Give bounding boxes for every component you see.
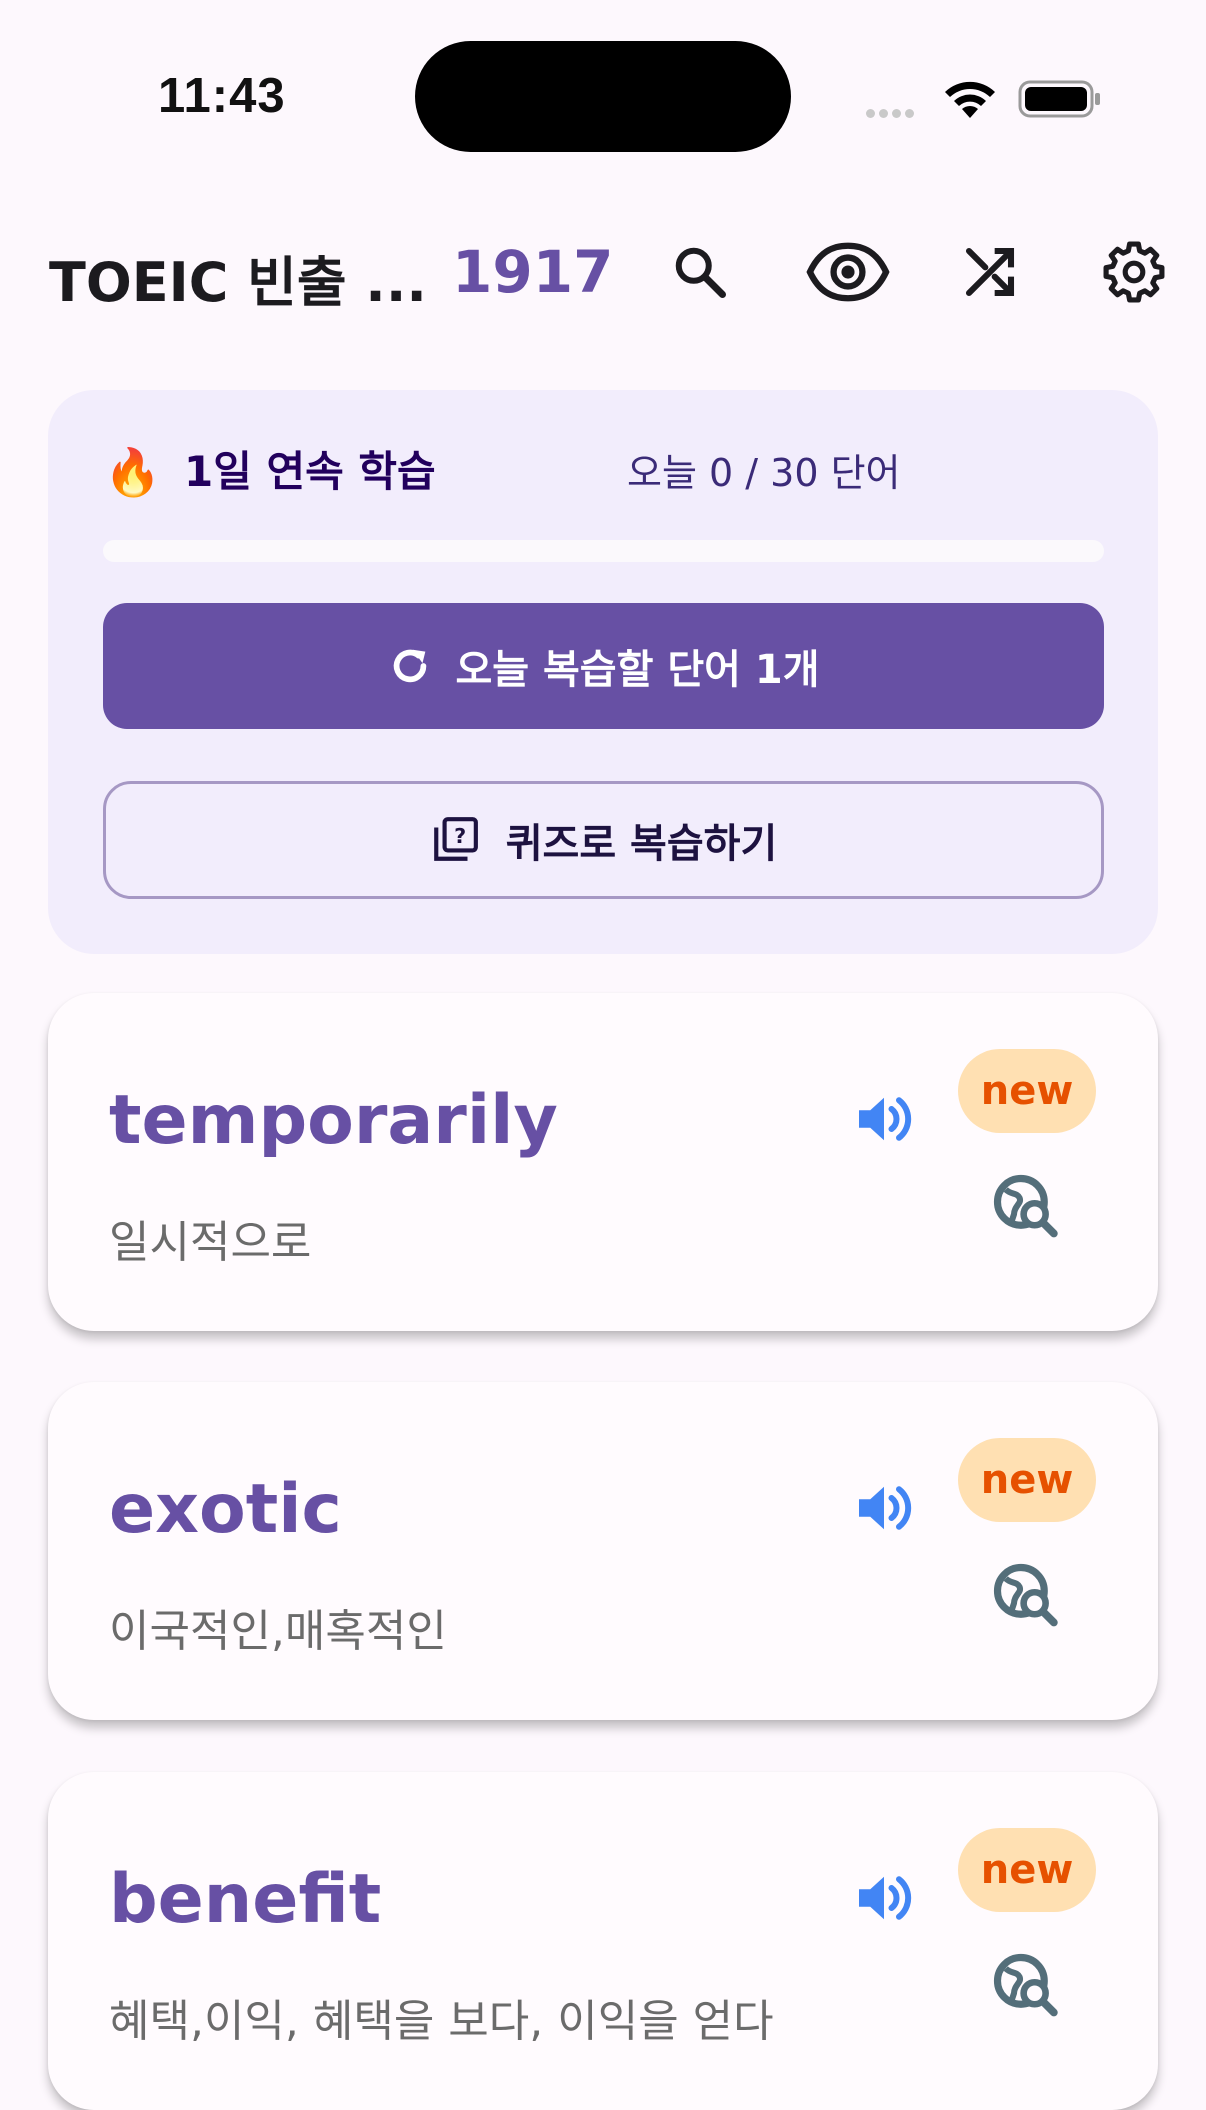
speaker-icon[interactable] xyxy=(854,1478,914,1538)
dynamic-island xyxy=(415,41,791,152)
search-icon xyxy=(675,247,726,298)
speaker-icon[interactable] xyxy=(854,1868,914,1928)
svg-text:?: ? xyxy=(454,824,466,848)
new-badge: new xyxy=(958,1438,1096,1522)
quiz-review-label: 퀴즈로 복습하기 xyxy=(505,821,778,867)
web-lookup-icon[interactable] xyxy=(992,1173,1058,1239)
battery-icon xyxy=(1018,80,1100,118)
quiz-icon: ? xyxy=(433,817,478,861)
new-badge: new xyxy=(958,1049,1096,1133)
word-term: temporarily xyxy=(109,1081,558,1160)
word-count: 1917 xyxy=(452,238,614,306)
daily-progress-bar xyxy=(103,540,1104,562)
word-card[interactable]: exotic 이국적인,매혹적인 new xyxy=(48,1382,1158,1720)
cellular-signal-icon xyxy=(866,103,918,122)
word-meaning: 일시적으로 xyxy=(109,1217,312,1268)
word-meaning: 혜택,이익, 혜택을 보다, 이익을 얻다 xyxy=(109,1996,774,2047)
quiz-review-button[interactable]: ? 퀴즈로 복습하기 xyxy=(103,781,1104,899)
word-card[interactable]: temporarily 일시적으로 new xyxy=(48,993,1158,1331)
word-card[interactable]: benefit 혜택,이익, 혜택을 보다, 이익을 얻다 new xyxy=(48,1772,1158,2110)
speaker-icon[interactable] xyxy=(854,1089,914,1149)
settings-button[interactable] xyxy=(1098,236,1170,308)
web-lookup-icon[interactable] xyxy=(992,1952,1058,2018)
fire-icon: 🔥 xyxy=(104,445,162,499)
web-lookup-icon[interactable] xyxy=(992,1562,1058,1628)
search-button[interactable] xyxy=(664,236,736,308)
toggle-meaning-button[interactable] xyxy=(804,232,892,312)
new-badge: new xyxy=(958,1828,1096,1912)
settings-icon xyxy=(1103,241,1165,303)
page-title: TOEIC 빈출 ... xyxy=(49,251,427,314)
word-term: benefit xyxy=(109,1860,382,1939)
review-today-button[interactable]: 오늘 복습할 단어 1개 xyxy=(103,603,1104,729)
wifi-icon xyxy=(945,81,995,118)
refresh-icon xyxy=(394,649,427,683)
shuffle-icon xyxy=(965,247,1015,297)
status-time: 11:43 xyxy=(158,69,286,123)
word-term: exotic xyxy=(109,1470,342,1549)
streak-label: 1일 연속 학습 xyxy=(184,447,436,496)
review-today-label: 오늘 복습할 단어 1개 xyxy=(455,647,820,693)
word-meaning: 이국적인,매혹적인 xyxy=(109,1606,447,1657)
status-bar: 11:43 xyxy=(0,0,1206,200)
eye-icon xyxy=(806,242,890,302)
shuffle-button[interactable] xyxy=(954,236,1026,308)
today-progress-label: 오늘 0 / 30 단어 xyxy=(627,451,901,495)
